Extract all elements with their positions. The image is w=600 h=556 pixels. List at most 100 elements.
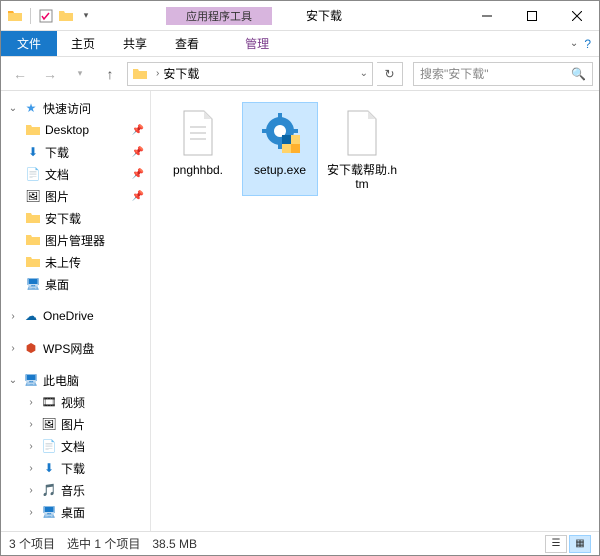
star-icon: ★ [23, 100, 39, 116]
sidebar-onedrive[interactable]: › ☁ OneDrive [1, 305, 150, 327]
tab-share[interactable]: 共享 [109, 31, 161, 56]
minimize-button[interactable] [464, 1, 509, 31]
tab-home[interactable]: 主页 [57, 31, 109, 56]
file-label: pnghhbd. [173, 163, 223, 177]
chevron-right-icon[interactable]: › [25, 419, 37, 430]
download-icon: ⬇ [25, 144, 41, 160]
sidebar-item-downloads2[interactable]: › ⬇ 下载 [1, 457, 150, 479]
pin-icon: 📌 [132, 147, 144, 158]
sidebar-item-anxiazai[interactable]: 安下载 [1, 207, 150, 229]
search-placeholder: 搜索"安下载" [420, 65, 489, 82]
search-input[interactable]: 搜索"安下载" 🔍 [413, 62, 593, 86]
sidebar-item-videos[interactable]: › 🎞 视频 [1, 391, 150, 413]
search-icon[interactable]: 🔍 [571, 67, 586, 81]
sidebar-item-music[interactable]: › 🎵 音乐 [1, 479, 150, 501]
back-button[interactable]: ← [7, 61, 33, 87]
ribbon-tabs: 文件 主页 共享 查看 管理 ⌄ ? [1, 31, 599, 57]
pictures-icon: 🖼 [25, 188, 41, 204]
sidebar-item-desktop3[interactable]: › 🖥 桌面 [1, 501, 150, 523]
folder-icon [7, 8, 23, 24]
chevron-right-icon[interactable]: › [25, 463, 37, 474]
forward-button[interactable]: → [37, 61, 63, 87]
desktop-icon: 🖥 [41, 504, 57, 520]
chevron-right-icon[interactable]: › [25, 441, 37, 452]
breadcrumb[interactable]: › 安下载 ⌄ [127, 62, 373, 86]
sidebar-this-pc[interactable]: ⌄ 🖥 此电脑 [1, 369, 150, 391]
status-bar: 3 个项目 选中 1 个项目 38.5 MB ☰ ▦ [1, 531, 599, 555]
sidebar-item-picmanager[interactable]: 图片管理器 [1, 229, 150, 251]
music-icon: 🎵 [41, 482, 57, 498]
breadcrumb-dropdown-icon[interactable]: ⌄ [360, 68, 368, 79]
title-bar: ▾ 应用程序工具 安下载 [1, 1, 599, 31]
contextual-tab-header: 应用程序工具 [154, 1, 284, 31]
maximize-button[interactable] [509, 1, 554, 31]
help-icon[interactable]: ? [584, 37, 591, 51]
sidebar-item-documents2[interactable]: › 📄 文档 [1, 435, 150, 457]
document-icon: 📄 [25, 166, 41, 182]
file-label: setup.exe [254, 163, 306, 177]
file-item[interactable]: setup.exe [243, 103, 317, 195]
breadcrumb-current[interactable]: 安下载 [163, 65, 199, 82]
folder-small-icon[interactable] [58, 8, 74, 24]
folder-icon [25, 210, 41, 226]
status-selection: 选中 1 个项目 [67, 535, 140, 552]
pin-icon: 📌 [132, 169, 144, 180]
window-controls [464, 1, 599, 31]
refresh-button[interactable]: ↻ [377, 62, 403, 86]
pin-icon: 📌 [132, 125, 144, 136]
desktop-icon: 🖥 [25, 276, 41, 292]
htm-file-icon [338, 107, 386, 159]
download-icon: ⬇ [41, 460, 57, 476]
chevron-down-icon[interactable]: ⌄ [7, 103, 19, 114]
file-pane[interactable]: pnghhbd. setup.exe [151, 91, 599, 531]
wps-icon: ⬢ [23, 340, 39, 356]
content-area: ⌄ ★ 快速访问 Desktop 📌 ⬇ 下载 📌 📄 文档 📌 🖼 图片 📌 … [1, 91, 599, 531]
navigation-pane: ⌄ ★ 快速访问 Desktop 📌 ⬇ 下载 📌 📄 文档 📌 🖼 图片 📌 … [1, 91, 151, 531]
chevron-right-icon[interactable]: › [156, 68, 159, 79]
ribbon-right: ⌄ ? [570, 31, 599, 56]
text-file-icon [174, 107, 222, 159]
close-button[interactable] [554, 1, 599, 31]
chevron-right-icon[interactable]: › [7, 343, 19, 354]
sidebar-item-downloads[interactable]: ⬇ 下载 📌 [1, 141, 150, 163]
recent-dropdown-icon[interactable]: ▾ [67, 61, 93, 87]
sidebar-item-documents[interactable]: 📄 文档 📌 [1, 163, 150, 185]
sidebar-wps[interactable]: › ⬢ WPS网盘 [1, 337, 150, 359]
exe-file-icon [256, 107, 304, 159]
qat-dropdown-icon[interactable]: ▾ [78, 8, 94, 24]
status-size: 38.5 MB [152, 537, 197, 551]
tab-file[interactable]: 文件 [1, 31, 57, 56]
up-button[interactable]: ↑ [97, 61, 123, 87]
status-count: 3 个项目 [9, 535, 55, 552]
icons-view-button[interactable]: ▦ [569, 535, 591, 553]
checkbox-icon[interactable] [38, 8, 54, 24]
details-view-button[interactable]: ☰ [545, 535, 567, 553]
window-title: 安下载 [292, 7, 356, 24]
chevron-right-icon[interactable]: › [7, 311, 19, 322]
document-icon: 📄 [41, 438, 57, 454]
quick-access-toolbar: ▾ [1, 8, 94, 24]
chevron-right-icon[interactable]: › [25, 485, 37, 496]
ribbon-expand-icon[interactable]: ⌄ [570, 38, 578, 49]
file-item[interactable]: pnghhbd. [161, 103, 235, 195]
file-item[interactable]: 安下载帮助.htm [325, 103, 399, 195]
sidebar-quick-access[interactable]: ⌄ ★ 快速访问 [1, 97, 150, 119]
folder-icon [132, 66, 148, 82]
sidebar-item-pictures[interactable]: 🖼 图片 📌 [1, 185, 150, 207]
pin-icon: 📌 [132, 191, 144, 202]
folder-icon [25, 122, 41, 138]
sidebar-item-desktop2[interactable]: 🖥 桌面 [1, 273, 150, 295]
divider [30, 8, 31, 24]
file-label: 安下载帮助.htm [327, 163, 397, 191]
folder-icon [25, 232, 41, 248]
sidebar-item-desktop[interactable]: Desktop 📌 [1, 119, 150, 141]
pictures-icon: 🖼 [41, 416, 57, 432]
tab-view[interactable]: 查看 [161, 31, 213, 56]
sidebar-item-pictures2[interactable]: › 🖼 图片 [1, 413, 150, 435]
tab-manage[interactable]: 管理 [231, 31, 283, 56]
chevron-down-icon[interactable]: ⌄ [7, 375, 19, 386]
sidebar-item-notuploaded[interactable]: 未上传 [1, 251, 150, 273]
chevron-right-icon[interactable]: › [25, 397, 37, 408]
chevron-right-icon[interactable]: › [25, 507, 37, 518]
folder-icon [25, 254, 41, 270]
